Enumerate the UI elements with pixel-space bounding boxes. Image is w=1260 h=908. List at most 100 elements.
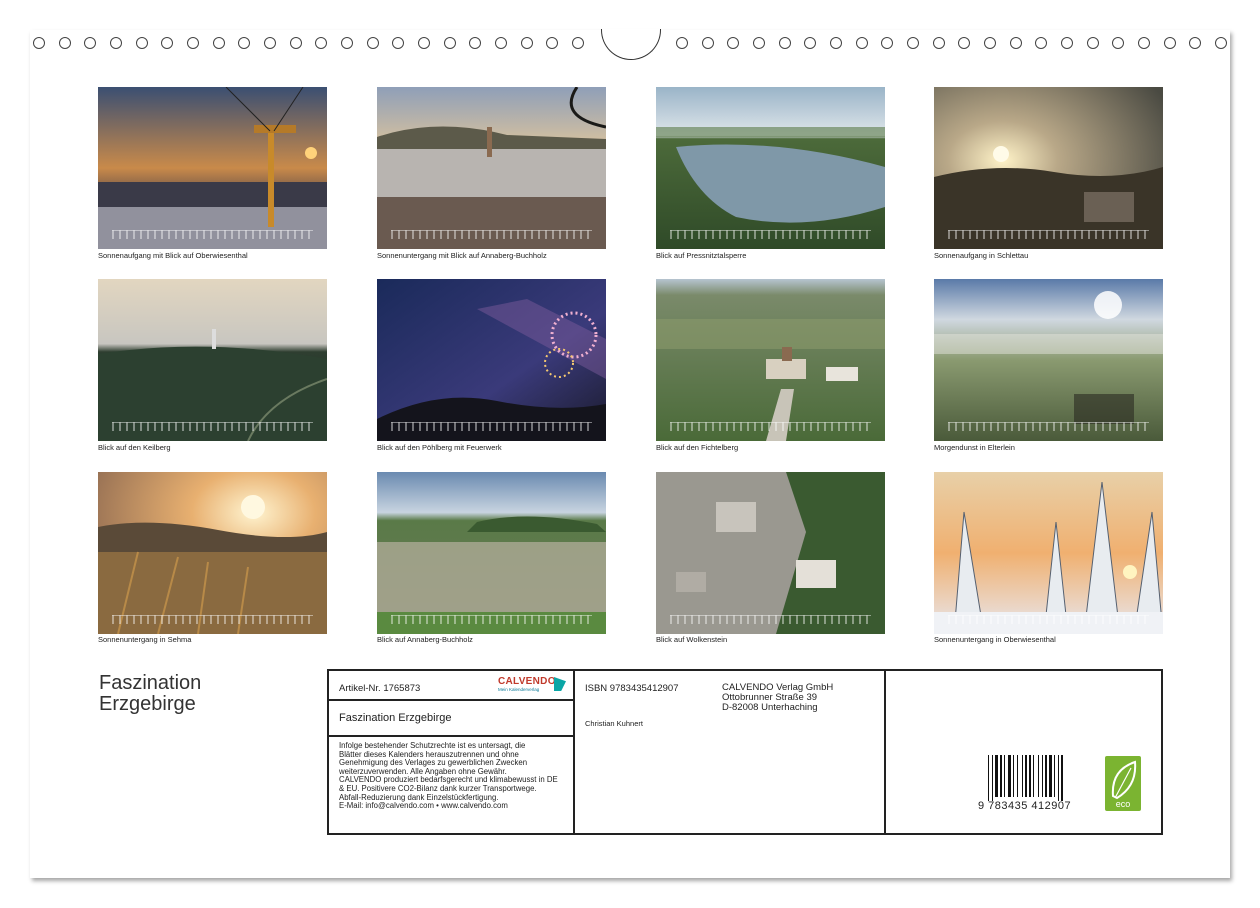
binding-hole [238, 37, 250, 49]
isbn: ISBN 9783435412907 [585, 683, 679, 694]
binding-hole [933, 37, 945, 49]
barcode-bar [1000, 755, 1002, 797]
photo-caption: Sonnenaufgang mit Blick auf Oberwiesenth… [98, 251, 248, 260]
calvendo-logo: CALVENDO Mein Kalenderverlag [498, 676, 566, 694]
barcode-bar [1045, 755, 1047, 797]
binding-hole [1010, 37, 1022, 49]
barcode-bar [1061, 755, 1063, 801]
barcode-bar [1058, 755, 1059, 801]
photo-3 [656, 87, 885, 249]
photo-caption: Blick auf Annaberg-Buchholz [377, 635, 473, 644]
binding-hole [1138, 37, 1150, 49]
barcode-bar [995, 755, 998, 797]
binding-hole [84, 37, 96, 49]
binding-hole [1215, 37, 1227, 49]
binding-hole [290, 37, 302, 49]
barcode-bar [988, 755, 989, 801]
binding-hole [676, 37, 688, 49]
binding-hole [187, 37, 199, 49]
binding-hole [546, 37, 558, 49]
binding-hole [1061, 37, 1073, 49]
binding-hole [984, 37, 996, 49]
binding-hole [702, 37, 714, 49]
eco-label: eco [1115, 799, 1131, 809]
publisher-city: D-82008 Unterhaching [722, 702, 818, 713]
photo-6 [377, 279, 606, 441]
legal-line: E-Mail: info@calvendo.com • www.calvendo… [339, 801, 508, 811]
binding-hole [572, 37, 584, 49]
photo-caption: Sonnenuntergang mit Blick auf Annaberg-B… [377, 251, 547, 260]
binding-hole [136, 37, 148, 49]
eco-badge: eco [1105, 756, 1141, 811]
photo-caption: Blick auf den Keilberg [98, 443, 171, 452]
photo-caption: Morgendunst in Elterlein [934, 443, 1015, 452]
binding-hole [958, 37, 970, 49]
barcode-bar [992, 755, 993, 801]
photo-caption: Blick auf den Pöhlberg mit Feuerwerk [377, 443, 502, 452]
binding-hole [856, 37, 868, 49]
binding-hole [1164, 37, 1176, 49]
binding-hole [521, 37, 533, 49]
publisher-address: CALVENDO Verlag GmbH Ottobrunner Straße … [722, 683, 833, 713]
photo-caption: Sonnenuntergang in Oberwiesenthal [934, 635, 1056, 644]
photo-caption: Sonnenaufgang in Schlettau [934, 251, 1029, 260]
binding-hole [881, 37, 893, 49]
photo-caption: Blick auf Pressnitztalsperre [656, 251, 747, 260]
binding-hole [161, 37, 173, 49]
barcode-bar [1008, 755, 1011, 797]
barcode-bar [1017, 755, 1018, 797]
barcode-bar [1038, 755, 1039, 797]
photo-caption: Blick auf Wolkenstein [656, 635, 728, 644]
binding-hole [727, 37, 739, 49]
photo-12 [934, 472, 1163, 634]
barcode-bar [1025, 755, 1027, 797]
photo-caption: Blick auf den Fichtelberg [656, 443, 739, 452]
binding-hole [59, 37, 71, 49]
article-number: Artikel-Nr. 1765873 [339, 683, 421, 694]
binding-hole [213, 37, 225, 49]
binding-hole [830, 37, 842, 49]
photo-5 [98, 279, 327, 441]
binding-hole [418, 37, 430, 49]
photo-8 [934, 279, 1163, 441]
binding-hole [753, 37, 765, 49]
binding-hole [804, 37, 816, 49]
calendar-title: Faszination Erzgebirge [99, 673, 201, 715]
binding-hole [1189, 37, 1201, 49]
binding-hole [367, 37, 379, 49]
product-title: Faszination Erzgebirge [339, 712, 452, 724]
legal-text: Infolge bestehender Schutzrechte ist es … [339, 741, 571, 811]
barcode-bar [1022, 755, 1023, 797]
binding-hole [1087, 37, 1099, 49]
title-line-2: Erzgebirge [99, 693, 196, 715]
author: Christian Kuhnert [585, 719, 643, 728]
barcode-bar [1054, 755, 1055, 797]
binding-hole [495, 37, 507, 49]
photo-caption: Sonnenuntergang in Sehma [98, 635, 192, 644]
binding-hole [907, 37, 919, 49]
barcode-bar [1049, 755, 1052, 797]
binding-hole [315, 37, 327, 49]
barcode-bar [1042, 755, 1043, 797]
barcode-bar [1013, 755, 1014, 797]
photo-10 [377, 472, 606, 634]
barcode [988, 755, 1063, 801]
binding-hole [1035, 37, 1047, 49]
binding-hole [444, 37, 456, 49]
photo-2 [377, 87, 606, 249]
photo-4 [934, 87, 1163, 249]
info-divider [884, 669, 886, 835]
binding-hole [469, 37, 481, 49]
barcode-number: 9 783435 412907 [978, 800, 1072, 812]
binding-hole [779, 37, 791, 49]
photo-11 [656, 472, 885, 634]
binding-hole [33, 37, 45, 49]
binding-hole [264, 37, 276, 49]
photo-9 [98, 472, 327, 634]
barcode-bar [1004, 755, 1005, 797]
photo-7 [656, 279, 885, 441]
binding-hole [392, 37, 404, 49]
photo-1 [98, 87, 327, 249]
barcode-bar [1033, 755, 1034, 797]
barcode-bar [1029, 755, 1031, 797]
